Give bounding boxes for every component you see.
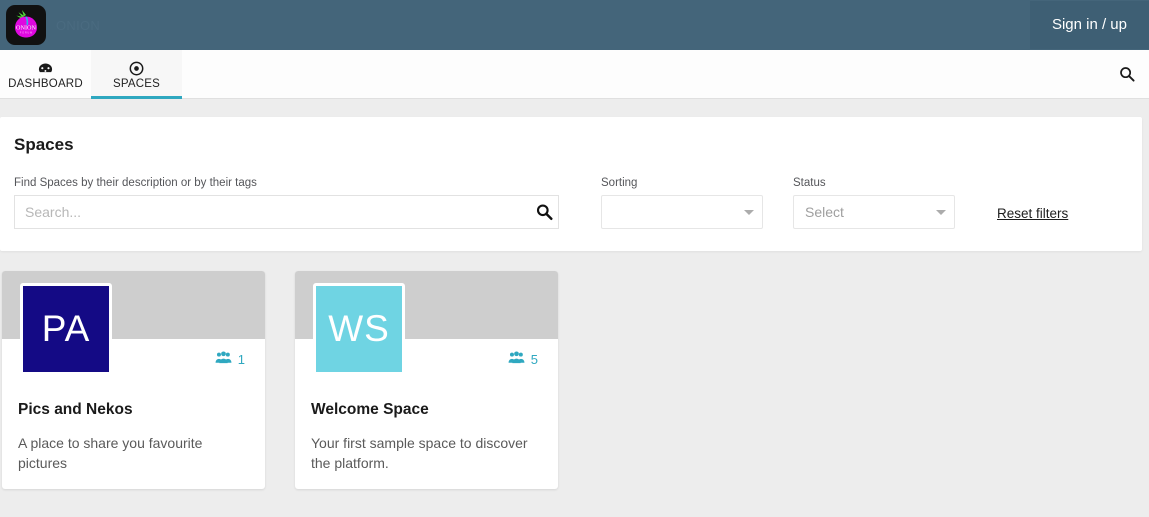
spaces-filter-panel: Spaces Find Spaces by their description … — [0, 117, 1142, 251]
spaces-card-list: PA 1 Pics and Nekos A place to — [0, 251, 1149, 489]
users-icon — [215, 351, 232, 367]
page-content: Spaces Find Spaces by their description … — [0, 99, 1149, 489]
status-select[interactable]: Select — [793, 195, 955, 229]
svg-text:ONION: ONION — [16, 24, 36, 31]
tab-spaces[interactable]: SPACES — [91, 50, 182, 98]
space-card-title: Welcome Space — [311, 401, 542, 419]
space-card[interactable]: WS 5 Welcome Space Your first — [295, 271, 558, 489]
space-card-title: Pics and Nekos — [18, 401, 249, 419]
nav-search-icon[interactable] — [1119, 50, 1135, 98]
search-input[interactable] — [14, 195, 559, 229]
brand[interactable]: ONION F O R U M ONION — [6, 5, 100, 45]
space-card-body: Welcome Space Your first sample space to… — [295, 379, 558, 473]
tab-dashboard-label: DASHBOARD — [8, 78, 83, 90]
dashboard-gauge-icon — [38, 60, 53, 76]
onion-logo-icon[interactable]: ONION F O R U M — [6, 5, 46, 45]
filters-row: Find Spaces by their description or by t… — [14, 177, 1128, 229]
space-card[interactable]: PA 1 Pics and Nekos A place to — [2, 271, 265, 489]
space-card-description: A place to share you favourite pictures — [18, 433, 249, 473]
space-avatar: WS — [313, 283, 405, 375]
brand-title: ONION — [56, 18, 100, 33]
space-avatar: PA — [20, 283, 112, 375]
target-circle-icon — [129, 60, 144, 76]
space-members-count: 5 — [531, 352, 538, 367]
tab-dashboard[interactable]: DASHBOARD — [0, 50, 91, 98]
sorting-label: Sorting — [601, 177, 763, 189]
space-avatar-initials: WS — [328, 308, 390, 350]
tab-spaces-label: SPACES — [113, 78, 160, 90]
search-field-label: Find Spaces by their description or by t… — [14, 177, 559, 189]
reset-filters-link[interactable]: Reset filters — [997, 206, 1068, 221]
chevron-down-icon — [936, 210, 946, 215]
space-avatar-initials: PA — [42, 308, 91, 350]
status-field-group: Status Select — [793, 177, 955, 229]
sign-in-up-button[interactable]: Sign in / up — [1030, 1, 1149, 49]
primary-nav-tabs: DASHBOARD SPACES — [0, 50, 1149, 99]
search-submit-button[interactable] — [536, 204, 553, 221]
top-header-bar: ONION F O R U M ONION Sign in / up — [0, 0, 1149, 50]
space-card-description: Your first sample space to discover the … — [311, 433, 542, 473]
status-value: Select — [805, 204, 844, 220]
page-title: Spaces — [14, 135, 1128, 155]
space-members-count: 1 — [238, 352, 245, 367]
users-icon — [508, 351, 525, 367]
sorting-field-group: Sorting — [601, 177, 763, 229]
space-card-body: Pics and Nekos A place to share you favo… — [2, 379, 265, 473]
sorting-select[interactable] — [601, 195, 763, 229]
status-label: Status — [793, 177, 955, 189]
search-field-group: Find Spaces by their description or by t… — [14, 177, 559, 229]
svg-text:F O R U M: F O R U M — [20, 30, 32, 34]
chevron-down-icon — [744, 210, 754, 215]
